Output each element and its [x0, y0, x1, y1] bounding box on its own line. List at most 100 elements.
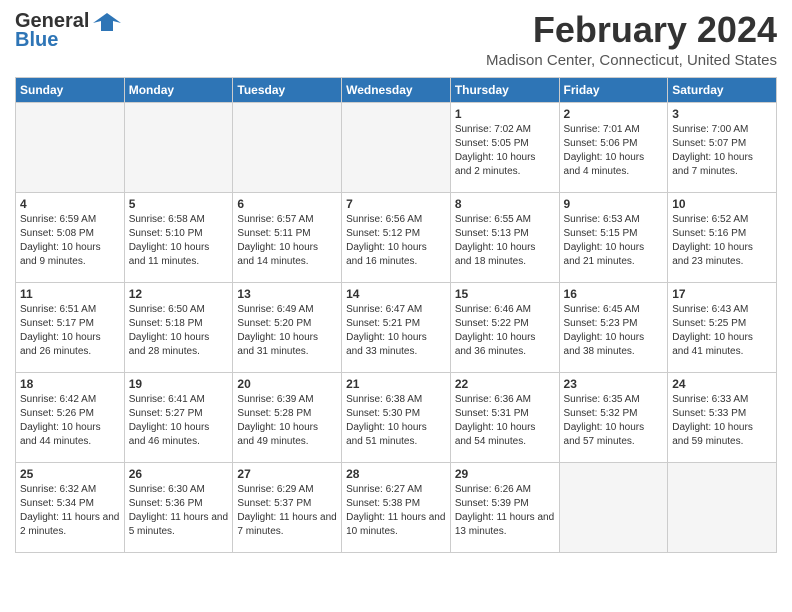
day-info: Sunrise: 6:53 AM Sunset: 5:15 PM Dayligh… [564, 213, 664, 269]
day-number: 14 [346, 287, 446, 301]
table-row: 26Sunrise: 6:30 AM Sunset: 5:36 PM Dayli… [124, 462, 233, 552]
header-tuesday: Tuesday [233, 77, 342, 102]
day-info: Sunrise: 6:46 AM Sunset: 5:22 PM Dayligh… [455, 303, 555, 359]
table-row: 19 Sunrise: 6:41 AM Sunset: 5:27 PM Dayli… [124, 372, 233, 462]
table-row [559, 462, 668, 552]
day-info: Sunrise: 6:35 AM Sunset: 5:32 PM Dayligh… [564, 393, 664, 449]
day-info: Sunrise: 6:43 AM Sunset: 5:25 PM Dayligh… [672, 303, 772, 359]
day-info: Sunrise: 6:47 AM Sunset: 5:21 PM Dayligh… [346, 303, 446, 359]
day-info: Sunrise: 6:32 AM Sunset: 5:34 PM Dayligh… [20, 483, 120, 539]
day-info: Sunrise: 6:33 AM Sunset: 5:33 PM Dayligh… [672, 393, 772, 449]
day-info: Sunrise: 6:59 AM Sunset: 5:08 PM Dayligh… [20, 213, 120, 269]
table-row: 25 Sunrise: 6:32 AM Sunset: 5:34 PM Dayli… [16, 462, 125, 552]
day-number: 8 [455, 197, 555, 211]
day-info: Sunrise: 6:26 AM Sunset: 5:39 PM Dayligh… [455, 483, 555, 539]
day-info: Sunrise: 7:00 AM Sunset: 5:07 PM Dayligh… [672, 123, 772, 179]
table-row: 12 Sunrise: 6:50 AM Sunset: 5:18 PM Dayli… [124, 282, 233, 372]
location-title: Madison Center, Connecticut, United Stat… [486, 52, 777, 69]
table-row: 6 Sunrise: 6:57 AM Sunset: 5:11 PM Daylig… [233, 192, 342, 282]
day-number: 12 [129, 287, 229, 301]
table-row: 18 Sunrise: 6:42 AM Sunset: 5:26 PM Dayli… [16, 372, 125, 462]
calendar-week-row: 4Sunrise: 6:59 AM Sunset: 5:08 PM Daylig… [16, 192, 777, 282]
table-row: 27 Sunrise: 6:29 AM Sunset: 5:37 PM Dayli… [233, 462, 342, 552]
day-number: 13 [237, 287, 337, 301]
day-number: 26 [129, 467, 229, 481]
table-row: 22 Sunrise: 6:36 AM Sunset: 5:31 PM Dayli… [450, 372, 559, 462]
day-info: Sunrise: 6:39 AM Sunset: 5:28 PM Dayligh… [237, 393, 337, 449]
day-info: Sunrise: 6:56 AM Sunset: 5:12 PM Dayligh… [346, 213, 446, 269]
day-info: Sunrise: 6:58 AM Sunset: 5:10 PM Dayligh… [129, 213, 229, 269]
day-info: Sunrise: 6:42 AM Sunset: 5:26 PM Dayligh… [20, 393, 120, 449]
header-wednesday: Wednesday [342, 77, 451, 102]
day-info: Sunrise: 6:27 AM Sunset: 5:38 PM Dayligh… [346, 483, 446, 539]
day-info: Sunrise: 7:01 AM Sunset: 5:06 PM Dayligh… [564, 123, 664, 179]
day-info: Sunrise: 6:49 AM Sunset: 5:20 PM Dayligh… [237, 303, 337, 359]
day-number: 7 [346, 197, 446, 211]
logo-bird-icon [93, 11, 121, 33]
table-row: 7 Sunrise: 6:56 AM Sunset: 5:12 PM Daylig… [342, 192, 451, 282]
table-row: 3 Sunrise: 7:00 AM Sunset: 5:07 PM Daylig… [668, 102, 777, 192]
table-row [16, 102, 125, 192]
table-row: 9 Sunrise: 6:53 AM Sunset: 5:15 PM Daylig… [559, 192, 668, 282]
day-number: 3 [672, 107, 772, 121]
day-info: Sunrise: 6:29 AM Sunset: 5:37 PM Dayligh… [237, 483, 337, 539]
table-row [233, 102, 342, 192]
day-number: 21 [346, 377, 446, 391]
calendar-table: Sunday Monday Tuesday Wednesday Thursday… [15, 77, 777, 553]
table-row [124, 102, 233, 192]
day-info: Sunrise: 6:41 AM Sunset: 5:27 PM Dayligh… [129, 393, 229, 449]
table-row: 5Sunrise: 6:58 AM Sunset: 5:10 PM Daylig… [124, 192, 233, 282]
table-row: 14 Sunrise: 6:47 AM Sunset: 5:21 PM Dayli… [342, 282, 451, 372]
table-row: 8 Sunrise: 6:55 AM Sunset: 5:13 PM Daylig… [450, 192, 559, 282]
header-sunday: Sunday [16, 77, 125, 102]
day-number: 25 [20, 467, 120, 481]
day-number: 16 [564, 287, 664, 301]
table-row: 17 Sunrise: 6:43 AM Sunset: 5:25 PM Dayli… [668, 282, 777, 372]
day-info: Sunrise: 6:57 AM Sunset: 5:11 PM Dayligh… [237, 213, 337, 269]
day-number: 23 [564, 377, 664, 391]
day-number: 6 [237, 197, 337, 211]
table-row: 23 Sunrise: 6:35 AM Sunset: 5:32 PM Dayli… [559, 372, 668, 462]
month-title: February 2024 [486, 10, 777, 50]
header-saturday: Saturday [668, 77, 777, 102]
header-thursday: Thursday [450, 77, 559, 102]
table-row: 1 Sunrise: 7:02 AM Sunset: 5:05 PM Daylig… [450, 102, 559, 192]
table-row: 15 Sunrise: 6:46 AM Sunset: 5:22 PM Dayli… [450, 282, 559, 372]
day-number: 27 [237, 467, 337, 481]
table-row: 2Sunrise: 7:01 AM Sunset: 5:06 PM Daylig… [559, 102, 668, 192]
calendar-week-row: 1 Sunrise: 7:02 AM Sunset: 5:05 PM Daylig… [16, 102, 777, 192]
table-row: 21 Sunrise: 6:38 AM Sunset: 5:30 PM Dayli… [342, 372, 451, 462]
day-number: 20 [237, 377, 337, 391]
day-info: Sunrise: 6:51 AM Sunset: 5:17 PM Dayligh… [20, 303, 120, 359]
day-number: 10 [672, 197, 772, 211]
title-area: February 2024 Madison Center, Connecticu… [486, 10, 777, 69]
day-info: Sunrise: 6:38 AM Sunset: 5:30 PM Dayligh… [346, 393, 446, 449]
day-number: 15 [455, 287, 555, 301]
day-number: 28 [346, 467, 446, 481]
day-info: Sunrise: 6:55 AM Sunset: 5:13 PM Dayligh… [455, 213, 555, 269]
table-row [668, 462, 777, 552]
table-row: 24 Sunrise: 6:33 AM Sunset: 5:33 PM Dayli… [668, 372, 777, 462]
day-number: 17 [672, 287, 772, 301]
day-info: Sunrise: 6:45 AM Sunset: 5:23 PM Dayligh… [564, 303, 664, 359]
day-number: 1 [455, 107, 555, 121]
day-number: 18 [20, 377, 120, 391]
day-number: 29 [455, 467, 555, 481]
day-number: 19 [129, 377, 229, 391]
header-friday: Friday [559, 77, 668, 102]
calendar-week-row: 11Sunrise: 6:51 AM Sunset: 5:17 PM Dayli… [16, 282, 777, 372]
calendar-header-row: Sunday Monday Tuesday Wednesday Thursday… [16, 77, 777, 102]
day-number: 9 [564, 197, 664, 211]
day-info: Sunrise: 6:50 AM Sunset: 5:18 PM Dayligh… [129, 303, 229, 359]
table-row: 20 Sunrise: 6:39 AM Sunset: 5:28 PM Dayli… [233, 372, 342, 462]
day-info: Sunrise: 7:02 AM Sunset: 5:05 PM Dayligh… [455, 123, 555, 179]
day-number: 22 [455, 377, 555, 391]
day-info: Sunrise: 6:36 AM Sunset: 5:31 PM Dayligh… [455, 393, 555, 449]
logo-blue-text: Blue [15, 29, 58, 52]
logo: General Blue [15, 10, 121, 52]
table-row [342, 102, 451, 192]
day-number: 24 [672, 377, 772, 391]
page-header: General Blue February 2024 Madison Cente… [15, 10, 777, 69]
header-monday: Monday [124, 77, 233, 102]
calendar-week-row: 25 Sunrise: 6:32 AM Sunset: 5:34 PM Dayli… [16, 462, 777, 552]
